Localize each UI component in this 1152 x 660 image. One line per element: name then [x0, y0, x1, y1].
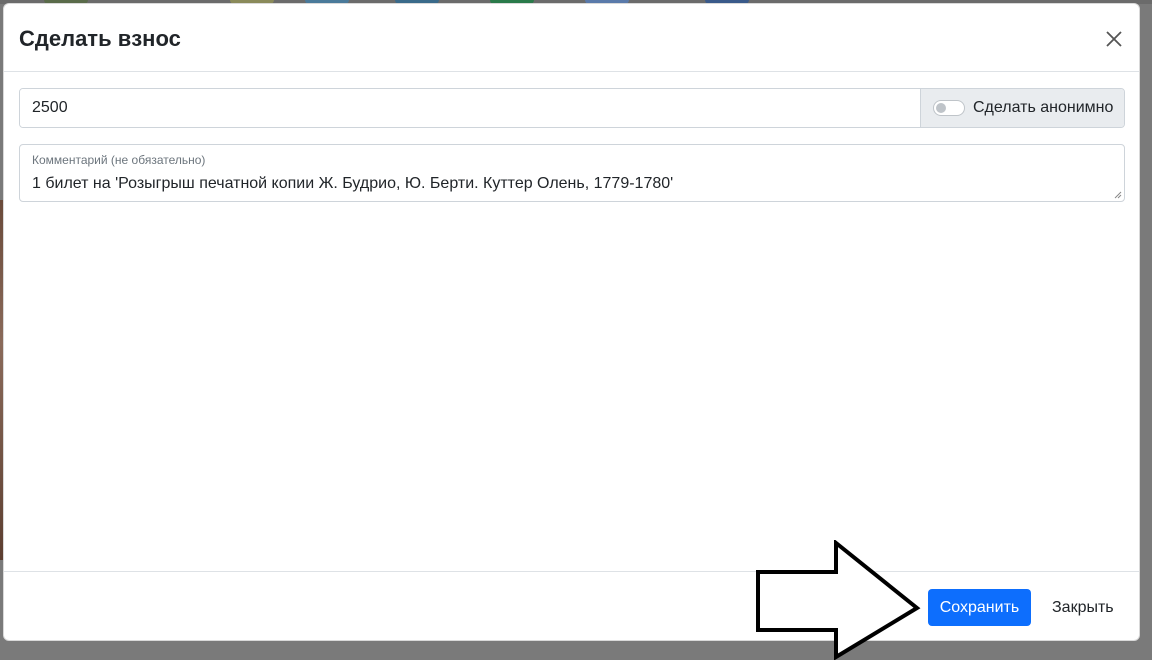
arrow-right-outline-icon: [756, 540, 921, 660]
save-button[interactable]: Сохранить: [928, 589, 1031, 626]
modal-header: Сделать взнос: [4, 4, 1139, 72]
donation-modal: Сделать взнос Сделать анонимно Комментар…: [3, 3, 1140, 641]
modal-title: Сделать взнос: [19, 26, 181, 51]
comment-label: Комментарий (не обязательно): [32, 153, 206, 167]
close-button[interactable]: [1099, 24, 1129, 54]
anonymous-label: Сделать анонимно: [973, 99, 1114, 116]
close-footer-button[interactable]: Закрыть: [1044, 589, 1122, 626]
anonymous-toggle[interactable]: Сделать анонимно: [920, 89, 1124, 127]
toggle-knob: [936, 103, 946, 113]
resize-grip-icon[interactable]: [1114, 191, 1122, 199]
amount-input[interactable]: [20, 89, 920, 127]
amount-input-group: Сделать анонимно: [19, 88, 1125, 128]
comment-textarea[interactable]: 1 билет на 'Розыгрыш печатной копии Ж. Б…: [32, 175, 1104, 193]
modal-footer: Сохранить Закрыть: [4, 571, 1139, 640]
toggle-switch[interactable]: [933, 100, 965, 116]
close-icon: [1106, 31, 1122, 47]
comment-field[interactable]: Комментарий (не обязательно) 1 билет на …: [19, 144, 1125, 202]
